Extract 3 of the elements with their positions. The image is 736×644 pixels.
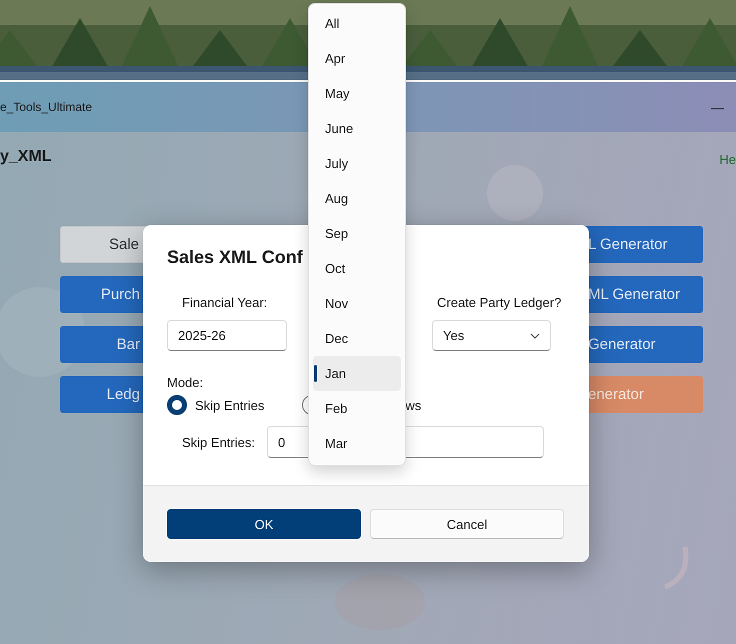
page-heading: y_XML [0, 148, 52, 166]
window-title: e_Tools_Ultimate [0, 100, 92, 114]
field-label: Skip Entries: [182, 434, 256, 450]
